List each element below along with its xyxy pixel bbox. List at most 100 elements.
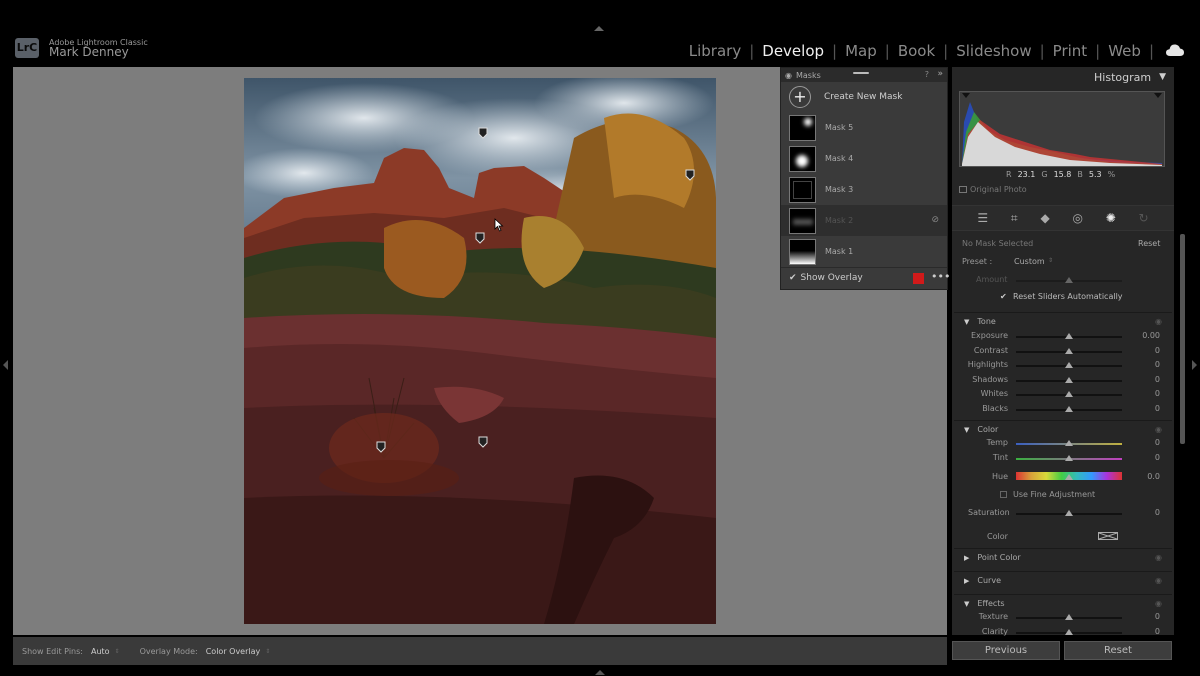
more-options-icon[interactable]: ••• [931,270,950,283]
module-map[interactable]: Map [843,42,879,60]
overlay-color-swatch[interactable] [913,273,924,284]
collapsed-triangle-icon[interactable]: ▶ [964,554,969,562]
texture-slider-thumb[interactable] [1065,614,1073,620]
hue-value[interactable]: 0.0 [1130,472,1160,481]
tint-value[interactable]: 0 [1130,453,1160,462]
expand-triangle-icon[interactable]: ▼ [964,426,969,434]
clarity-value[interactable]: 0 [1130,627,1160,636]
help-icon[interactable]: ? [925,70,929,79]
mask-pin-icon[interactable] [478,436,488,448]
section-eye-icon[interactable]: ◉ [1155,576,1162,585]
mask-pin-icon[interactable] [685,169,695,181]
module-web[interactable]: Web [1106,42,1143,60]
edit-sliders-icon[interactable]: ☰ [977,211,988,225]
dropdown-arrow-icon[interactable]: ⇕ [1048,257,1053,264]
point-color-section-header[interactable]: ▶ Point Color ◉ [954,548,1172,566]
mask-pin-icon[interactable] [376,441,386,453]
photo-preview[interactable] [244,78,716,624]
preset-dropdown[interactable]: Custom [1014,257,1045,266]
hue-slider-thumb[interactable] [1065,474,1073,480]
original-photo-toggle[interactable]: Original Photo [959,185,1027,194]
module-book[interactable]: Book [896,42,937,60]
overlay-mode-dropdown[interactable]: Color Overlay [206,647,261,656]
add-mask-button[interactable]: + [789,86,811,108]
section-eye-icon[interactable]: ◉ [1155,317,1162,326]
histogram-header[interactable]: Histogram ▼ [952,67,1174,87]
effects-section-header[interactable]: ▼ Effects ◉ [954,594,1172,612]
contrast-value[interactable]: 0 [1130,346,1160,355]
original-photo-icon[interactable] [959,186,967,193]
dropdown-arrow-icon[interactable]: ⇕ [115,648,120,655]
histogram-graph[interactable] [959,91,1165,167]
saturation-value[interactable]: 0 [1130,508,1160,517]
module-slideshow[interactable]: Slideshow [954,42,1033,60]
whites-slider-thumb[interactable] [1065,391,1073,397]
right-panel-toggle-icon[interactable] [1192,360,1197,370]
red-eye-icon[interactable]: ◎ [1072,211,1082,225]
mask-item-2[interactable]: Mask 2 ⊘ [781,205,947,236]
blacks-value[interactable]: 0 [1130,404,1160,413]
mask-item-5[interactable]: Mask 5 [781,112,947,143]
amount-slider-thumb[interactable] [1065,277,1073,283]
check-icon[interactable]: ✔ [789,273,797,283]
healing-eraser-icon[interactable]: ◆ [1040,211,1049,225]
whites-value[interactable]: 0 [1130,389,1160,398]
cloud-sync-icon[interactable] [1166,43,1184,57]
tone-section-header[interactable]: ▼ Tone ◉ [954,312,1172,330]
tint-slider-thumb[interactable] [1065,454,1073,461]
top-panel-toggle-icon[interactable] [594,26,604,31]
edit-pins-dropdown[interactable]: Auto [91,647,110,656]
right-panel-scrollbar[interactable] [1180,234,1185,444]
mask-item-3[interactable]: Mask 3 [781,174,947,205]
fine-adjust-checkbox[interactable] [1000,491,1007,498]
masks-panel-header[interactable]: ◉ Masks ? » [781,68,947,82]
show-overlay-row[interactable]: ✔ Show Overlay ••• [781,267,950,287]
crop-icon[interactable]: ⌗ [1011,211,1018,226]
exposure-slider-thumb[interactable] [1065,333,1073,339]
section-eye-icon[interactable]: ◉ [1155,599,1162,608]
dropdown-arrow-icon[interactable]: ⇕ [265,648,270,655]
highlights-value[interactable]: 0 [1130,360,1160,369]
module-library[interactable]: Library [687,42,743,60]
masking-icon[interactable]: ✺ [1106,211,1116,225]
saturation-slider-thumb[interactable] [1065,510,1073,516]
collapse-triangle-icon[interactable]: ▼ [1159,72,1166,82]
section-eye-icon[interactable]: ◉ [1155,425,1162,434]
shadows-slider-thumb[interactable] [1065,376,1073,383]
reset-button[interactable]: Reset [1064,641,1172,660]
reset-rotate-icon[interactable]: ↻ [1139,211,1149,225]
color-picker-icon[interactable] [1098,532,1118,540]
fine-adjust-row[interactable]: Use Fine Adjustment [1000,490,1095,499]
expand-triangle-icon[interactable]: ▼ [964,600,969,608]
collapse-icon[interactable]: » [937,69,943,79]
mask-pin-icon[interactable] [475,232,485,244]
create-new-mask-row[interactable]: + Create New Mask [781,82,947,112]
reset-auto-checkbox[interactable]: ✔ [1000,292,1007,301]
collapsed-triangle-icon[interactable]: ▶ [964,577,969,585]
clarity-slider-thumb[interactable] [1065,628,1073,635]
color-section-header[interactable]: ▼ Color ◉ [954,420,1172,438]
shadows-value[interactable]: 0 [1130,375,1160,384]
exposure-value[interactable]: 0.00 [1130,331,1160,340]
hidden-eye-icon[interactable]: ⊘ [931,215,939,225]
section-eye-icon[interactable]: ◉ [1155,553,1162,562]
expand-triangle-icon[interactable]: ▼ [964,318,969,326]
previous-button[interactable]: Previous [952,641,1060,660]
filmstrip-toggle-icon[interactable] [595,670,605,675]
module-print[interactable]: Print [1051,42,1090,60]
contrast-slider-thumb[interactable] [1065,347,1073,354]
mask-pin-icon[interactable] [478,127,488,139]
temp-value[interactable]: 0 [1130,438,1160,447]
curve-section-header[interactable]: ▶ Curve ◉ [954,571,1172,589]
mask-item-1[interactable]: Mask 1 [781,236,947,267]
mask-item-4[interactable]: Mask 4 [781,143,947,174]
drag-handle[interactable] [853,72,869,74]
panel-reset-button[interactable]: Reset [1138,239,1160,248]
left-panel-toggle-icon[interactable] [3,360,8,370]
temp-slider-thumb[interactable] [1065,440,1073,446]
texture-value[interactable]: 0 [1130,612,1160,621]
eye-icon[interactable]: ◉ [785,71,792,80]
blacks-slider-thumb[interactable] [1065,405,1073,412]
highlights-slider-thumb[interactable] [1065,362,1073,368]
module-develop[interactable]: Develop [760,42,826,60]
